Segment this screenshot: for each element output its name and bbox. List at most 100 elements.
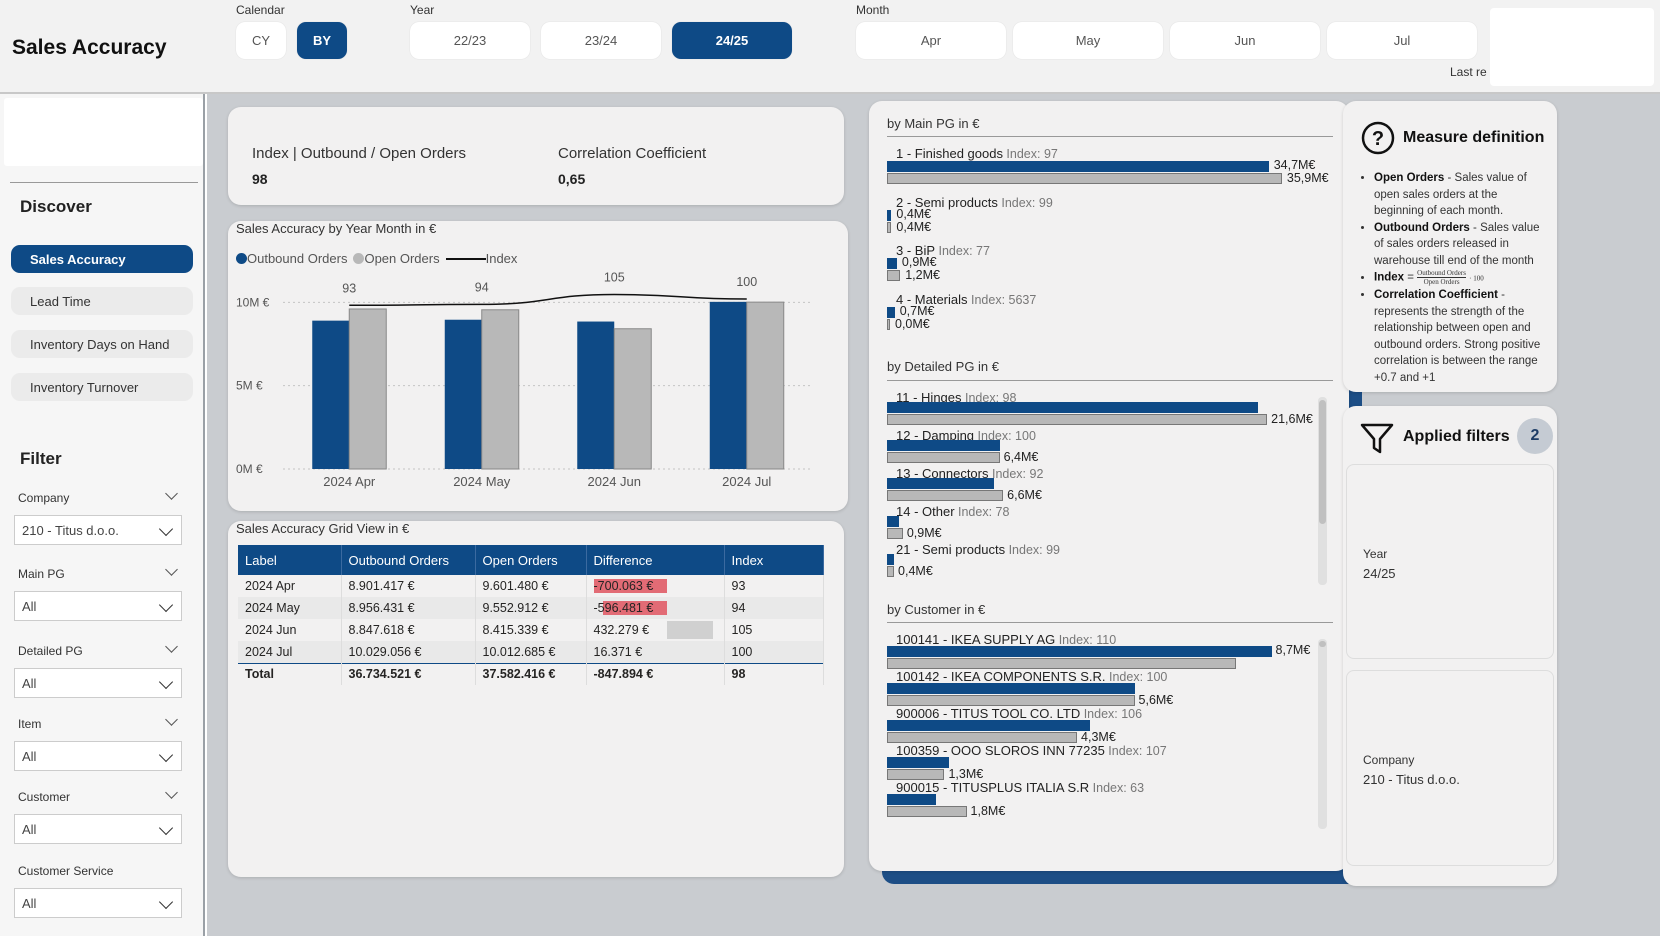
cell-outbound: 8.847.618 € (341, 619, 476, 641)
chevron-down-icon[interactable] (165, 713, 178, 726)
cell-index: 93 (724, 575, 824, 597)
month-apr-button[interactable]: Apr (856, 22, 1006, 59)
bar-open[interactable] (887, 695, 1135, 706)
grid-table: Label Outbound Orders Open Orders Differ… (238, 545, 824, 685)
year-label: Year (410, 3, 435, 17)
logo-area (4, 98, 203, 166)
chevron-down-icon[interactable] (165, 786, 178, 799)
bar-open[interactable] (887, 658, 1237, 669)
total-difference: -847.894 € (586, 662, 725, 685)
applied-filter-year[interactable]: Year 24/25 (1346, 464, 1554, 659)
index-data-label: 93 (342, 281, 356, 295)
filter-customer-service-value: All (22, 895, 37, 911)
report-canvas: Index | Outbound / Open Orders 98 Correl… (207, 94, 1660, 936)
month-may-button[interactable]: May (1013, 22, 1163, 59)
question-icon: ? (1361, 121, 1395, 155)
top-bar: Sales Accuracy Calendar CY BY Year 22/23… (0, 0, 1660, 94)
category-name: 100141 - IKEA SUPPLY AG (896, 632, 1056, 647)
definition-text: - represents the strength of the relatio… (1374, 289, 1541, 384)
filter-title: Filter (20, 449, 62, 468)
filter-detailed-pg-select[interactable]: All (14, 668, 182, 698)
bar-open[interactable] (887, 806, 967, 817)
filter-customer-service-select[interactable]: All (14, 888, 182, 918)
col-header-outbound[interactable]: Outbound Orders (341, 545, 476, 575)
bar-outbound (709, 301, 747, 469)
month-label: Month (856, 3, 890, 17)
applied-filters-count-badge[interactable]: 2 (1517, 418, 1553, 454)
col-header-label[interactable]: Label (238, 545, 342, 575)
customer-scrollbar[interactable] (1318, 639, 1327, 829)
cell-label: 2024 Jul (238, 641, 342, 663)
category-index: Index: 63 (1089, 781, 1145, 795)
discover-title: Discover (20, 197, 92, 216)
year-2324-button[interactable]: 23/24 (541, 22, 661, 59)
table-row[interactable]: 2024 Apr 8.901.417 € 9.601.480 € -700.06… (238, 575, 824, 597)
filter-item-select[interactable]: All (14, 741, 182, 771)
filter-company-select[interactable]: 210 - Titus d.o.o. (14, 515, 182, 545)
nav-sales-accuracy[interactable]: Sales Accuracy (11, 245, 193, 273)
chevron-down-icon[interactable] (165, 640, 178, 653)
page-title: Sales Accuracy (12, 36, 167, 59)
value-label-outbound: 8,7M€ (1275, 643, 1311, 657)
definition-term: Outbound Orders (1374, 221, 1470, 234)
definition-open-orders: Open Orders - Sales value of open sales … (1374, 170, 1550, 220)
applied-filters-title: Applied filters (1403, 428, 1510, 445)
bar-outbound[interactable] (887, 757, 949, 768)
y-tick-label: 10M € (236, 295, 270, 309)
index-data-label: 105 (604, 271, 625, 285)
index-formula: Outbound Orders Open Orders (1417, 269, 1466, 286)
definition-index: Index = Outbound OrdersOpen Orders · 100 (1374, 269, 1550, 287)
col-header-index[interactable]: Index (724, 545, 824, 575)
month-jun-button[interactable]: Jun (1170, 22, 1320, 59)
total-outbound: 36.734.521 € (341, 662, 476, 685)
filter-customer-select[interactable]: All (14, 814, 182, 844)
category-label: 100142 - IKEA COMPONENTS S.R. Index: 100 (896, 669, 1167, 684)
month-jul-button[interactable]: Jul (1327, 22, 1477, 59)
chevron-down-icon[interactable] (165, 563, 178, 576)
definition-outbound-orders: Outbound Orders - Sales value of sales o… (1374, 220, 1550, 270)
filter-icon (1360, 423, 1394, 454)
bar-outbound[interactable] (887, 720, 1091, 731)
bar-outbound[interactable] (887, 646, 1272, 657)
cell-label: 2024 Apr (238, 575, 342, 597)
value-label-open: 4,3M€ (1081, 730, 1116, 744)
year-2425-button[interactable]: 24/25 (672, 22, 792, 59)
definition-correlation: Correlation Coefficient - represents the… (1374, 287, 1550, 386)
bar-outbound[interactable] (887, 794, 936, 805)
measure-definition-card: ? Measure definition Open Orders - Sales… (1343, 101, 1557, 392)
cell-open: 8.415.339 € (475, 619, 587, 641)
calendar-cy-button[interactable]: CY (236, 22, 286, 59)
chevron-down-icon (158, 894, 174, 910)
total-label: Total (238, 662, 342, 685)
bar-outbound[interactable] (887, 683, 1135, 694)
grid-header-row: Label Outbound Orders Open Orders Differ… (238, 545, 824, 575)
col-header-difference[interactable]: Difference (586, 545, 725, 575)
calendar-by-button[interactable]: BY (297, 22, 347, 59)
nav-divider (10, 182, 198, 183)
year-2223-button[interactable]: 22/23 (410, 22, 530, 59)
grid-title: Sales Accuracy Grid View in € (236, 521, 410, 536)
nav-inventory-days-on-hand[interactable]: Inventory Days on Hand (11, 330, 193, 358)
table-row[interactable]: 2024 Jun 8.847.618 € 8.415.339 € 432.279… (238, 619, 824, 641)
applied-filter-company[interactable]: Company 210 - Titus d.o.o. (1346, 670, 1554, 866)
applied-filter-company-label: Company (1363, 753, 1415, 767)
bar-open[interactable] (887, 732, 1078, 743)
calendar-label: Calendar (236, 3, 285, 17)
filter-main-pg-select[interactable]: All (14, 591, 182, 621)
table-row[interactable]: 2024 May 8.956.431 € 9.552.912 € -596.48… (238, 597, 824, 619)
kpi-index-label: Index | Outbound / Open Orders (252, 145, 467, 162)
bar-open[interactable] (887, 769, 945, 780)
bar-outbound (577, 321, 615, 469)
x-tick-label: 2024 Jun (588, 474, 642, 489)
nav-lead-time[interactable]: Lead Time (11, 287, 193, 315)
nav-inventory-turnover[interactable]: Inventory Turnover (11, 373, 193, 401)
table-row[interactable]: 2024 Jul 10.029.056 € 10.012.685 € 16.37… (238, 641, 824, 663)
chevron-down-icon[interactable] (165, 487, 178, 500)
chevron-down-icon (158, 521, 174, 537)
y-tick-label: 0M € (236, 462, 263, 476)
cell-index: 105 (724, 619, 824, 641)
col-header-open[interactable]: Open Orders (475, 545, 587, 575)
scrollbar-thumb[interactable] (1319, 641, 1326, 647)
category-index: Index: 106 (1080, 707, 1143, 721)
bar-open (348, 308, 387, 470)
